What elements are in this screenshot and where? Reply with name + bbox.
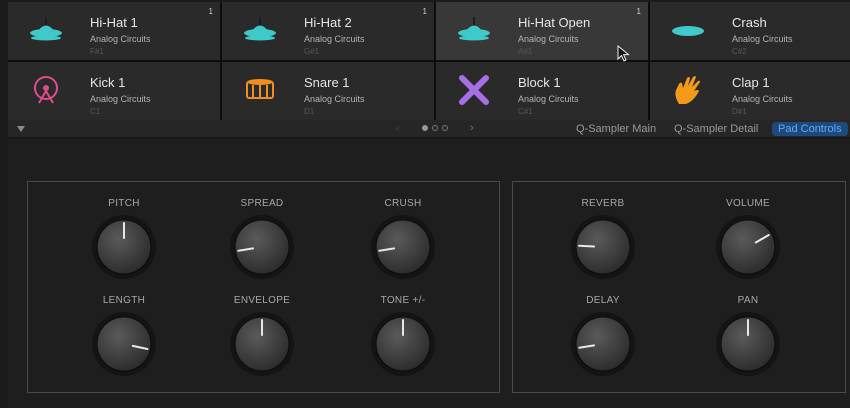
knob-label: DELAY xyxy=(586,295,620,306)
knob-label: SPREAD xyxy=(240,198,284,209)
pad-note: C#1 xyxy=(518,107,533,116)
tone-control: TONE +/- xyxy=(353,295,453,385)
pad-kit: Analog Circuits xyxy=(732,34,793,44)
delay-knob[interactable] xyxy=(570,311,636,377)
pad-note: D1 xyxy=(304,107,315,116)
knob-cap xyxy=(375,219,431,275)
pad-kit: Analog Circuits xyxy=(304,34,365,44)
pitch-control: PITCH xyxy=(74,198,174,288)
pad-kit: Analog Circuits xyxy=(90,34,151,44)
reverb-control: REVERB xyxy=(553,198,653,288)
page-indicator xyxy=(422,125,448,131)
knob-indicator xyxy=(578,244,596,248)
prev-page-button[interactable]: ‹ xyxy=(396,123,400,135)
volume-knob[interactable] xyxy=(715,214,781,280)
pad[interactable]: Block 1 Analog Circuits C#1 xyxy=(436,62,648,120)
pad-badge: 1 xyxy=(636,7,641,16)
pad[interactable]: Hi-Hat 1 Analog Circuits F#1 1 xyxy=(8,2,220,60)
pad-name: Hi-Hat 2 xyxy=(304,15,352,30)
crush-control: CRUSH xyxy=(353,198,453,288)
pad[interactable]: Hi-Hat 2 Analog Circuits G#1 1 xyxy=(222,2,434,60)
toolbar: ‹ › Q-Sampler Main Q-Sampler Detail Pad … xyxy=(8,120,850,138)
pad-name: Hi-Hat 1 xyxy=(90,15,138,30)
knob-cap xyxy=(234,219,290,275)
disclosure-triangle-icon[interactable] xyxy=(16,124,26,134)
page-dot[interactable] xyxy=(432,125,438,131)
spread-knob[interactable] xyxy=(229,214,295,280)
crash-cymbal-icon xyxy=(670,14,706,46)
pad-kit: Analog Circuits xyxy=(304,94,365,104)
pad-name: Hi-Hat Open xyxy=(518,15,591,30)
knob-label: PAN xyxy=(737,295,759,306)
pad-note: C1 xyxy=(90,107,101,116)
knob-label: VOLUME xyxy=(725,198,771,209)
pad[interactable]: Kick 1 Analog Circuits C1 xyxy=(8,62,220,120)
pad-name: Crash xyxy=(732,15,767,30)
pad-name: Block 1 xyxy=(518,75,561,90)
drum-pad-grid: Hi-Hat 1 Analog Circuits F#1 1 Hi-Hat 2 Anal… xyxy=(8,2,850,120)
knob-label: ENVELOPE xyxy=(233,295,291,306)
length-control: LENGTH xyxy=(74,295,174,385)
pad-badge: 1 xyxy=(208,7,213,16)
tab-q-sampler-detail[interactable]: Q-Sampler Detail xyxy=(674,123,758,135)
pad-note: C#2 xyxy=(732,47,747,56)
knob-label: REVERB xyxy=(581,198,625,209)
pad-controls-area: PITCH SPREAD CRUSH LENGTH ENVELOPE TONE … xyxy=(8,139,850,408)
tone-knob[interactable] xyxy=(370,311,436,377)
pad-name: Clap 1 xyxy=(732,75,770,90)
sound-controls-panel: PITCH SPREAD CRUSH LENGTH ENVELOPE TONE … xyxy=(27,181,500,393)
pad-name: Snare 1 xyxy=(304,75,350,90)
hihat-icon xyxy=(242,14,278,46)
pad-kit: Analog Circuits xyxy=(518,94,579,104)
pad-name: Kick 1 xyxy=(90,75,126,90)
pad[interactable]: Snare 1 Analog Circuits D1 xyxy=(222,62,434,120)
crush-knob[interactable] xyxy=(370,214,436,280)
knob-label: PITCH xyxy=(108,198,140,209)
pad-note: D#1 xyxy=(732,107,747,116)
pad-kit: Analog Circuits xyxy=(90,94,151,104)
block-sticks-icon xyxy=(456,74,492,106)
pad-note: A#1 xyxy=(518,47,533,56)
tab-q-sampler-main[interactable]: Q-Sampler Main xyxy=(576,123,656,135)
envelope-knob[interactable] xyxy=(229,311,295,377)
page-dot[interactable] xyxy=(422,125,428,131)
pad[interactable]: Clap 1 Analog Circuits D#1 xyxy=(650,62,850,120)
pad-note: F#1 xyxy=(90,47,104,56)
pan-knob[interactable] xyxy=(715,311,781,377)
snare-drum-icon xyxy=(242,74,278,106)
volume-control: VOLUME xyxy=(698,198,798,288)
pad-kit: Analog Circuits xyxy=(732,94,793,104)
tab-pad-controls[interactable]: Pad Controls xyxy=(772,122,848,136)
page-dot[interactable] xyxy=(442,125,448,131)
pad-badge: 1 xyxy=(422,7,427,16)
knob-cap xyxy=(575,316,631,372)
spread-control: SPREAD xyxy=(212,198,312,288)
hihat-icon xyxy=(28,14,64,46)
pad-kit: Analog Circuits xyxy=(518,34,579,44)
delay-control: DELAY xyxy=(553,295,653,385)
reverb-knob[interactable] xyxy=(570,214,636,280)
pan-control: PAN xyxy=(698,295,798,385)
mouse-pointer-icon xyxy=(617,45,630,62)
knob-label: TONE +/- xyxy=(380,295,426,306)
kick-drum-icon xyxy=(28,74,64,106)
clap-hand-icon xyxy=(670,74,706,106)
knob-label: CRUSH xyxy=(384,198,422,209)
hihat-icon xyxy=(456,14,492,46)
pad-note: G#1 xyxy=(304,47,320,56)
envelope-control: ENVELOPE xyxy=(212,295,312,385)
knob-cap xyxy=(720,219,776,275)
next-page-button[interactable]: › xyxy=(470,122,474,134)
effects-controls-panel: REVERB VOLUME DELAY PAN xyxy=(512,181,846,393)
pad[interactable]: Crash Analog Circuits C#2 xyxy=(650,2,850,60)
knob-cap xyxy=(96,316,152,372)
pitch-knob[interactable] xyxy=(91,214,157,280)
knob-label: LENGTH xyxy=(102,295,146,306)
length-knob[interactable] xyxy=(91,311,157,377)
